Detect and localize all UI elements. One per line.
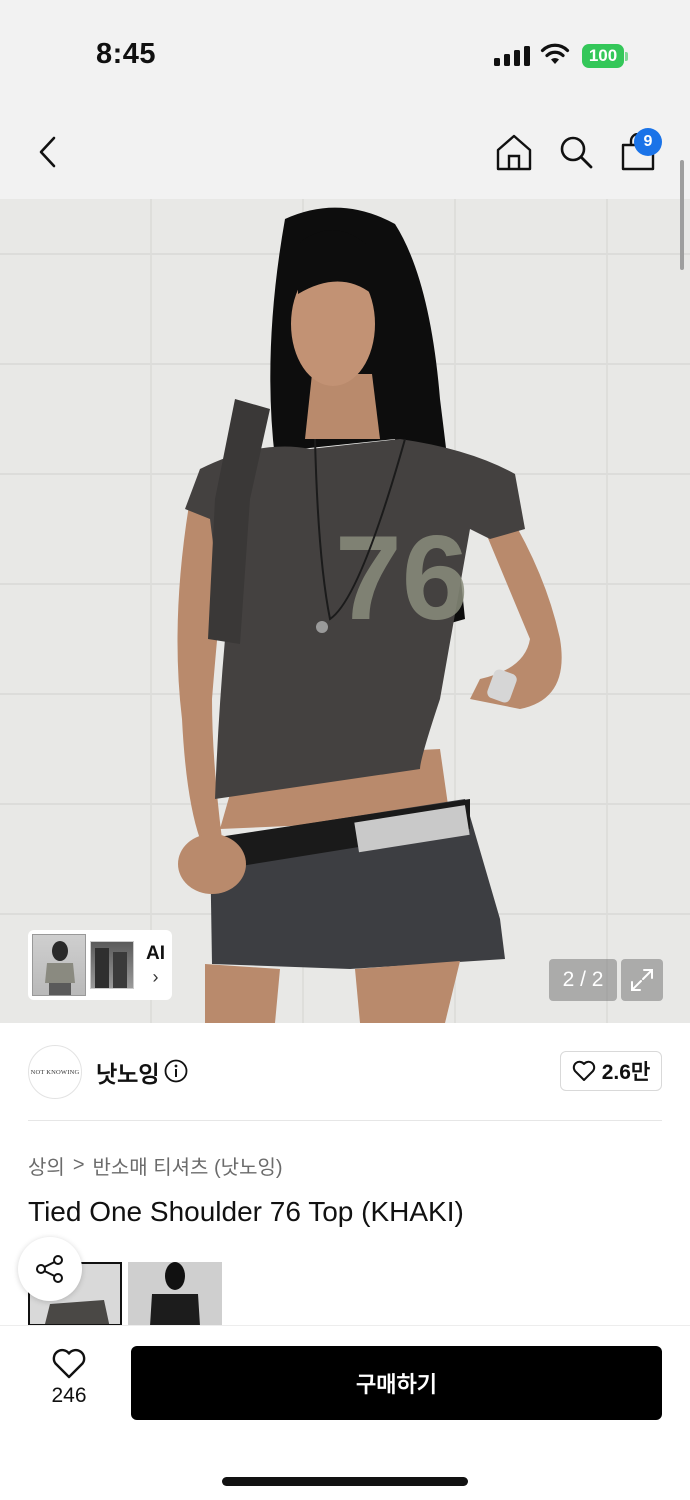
brand-logo-text: NOT KNOWING <box>30 1068 80 1076</box>
product-image[interactable]: 76 <box>0 199 690 1023</box>
home-button[interactable] <box>492 130 536 174</box>
model-photo: 76 <box>177 207 562 1023</box>
buy-button[interactable]: 구매하기 <box>131 1346 662 1420</box>
brand-like-button[interactable]: 2.6만 <box>560 1051 662 1091</box>
search-button[interactable] <box>554 130 598 174</box>
home-icon <box>496 134 532 171</box>
wishlist-count: 246 <box>51 1384 87 1407</box>
product-title: Tied One Shoulder 76 Top (KHAKI) <box>28 1196 464 1227</box>
cart-count-badge: 9 <box>634 128 662 156</box>
status-bar: 8:45 100 <box>0 0 690 110</box>
share-icon <box>36 1255 63 1283</box>
breadcrumb-category[interactable]: 상의 <box>28 1151 65 1180</box>
breadcrumb-subcategory[interactable]: 반소매 티셔츠 (낫노잉) <box>93 1151 283 1180</box>
info-icon[interactable] <box>164 1059 188 1083</box>
ai-thumbnail-2 <box>90 941 134 989</box>
shirt-print: 76 <box>335 511 468 645</box>
ai-label: AI <box>146 942 165 964</box>
breadcrumb: 상의 > 반소매 티셔츠 (낫노잉) <box>28 1151 283 1180</box>
share-button[interactable] <box>18 1237 82 1301</box>
status-time: 8:45 <box>96 38 157 70</box>
battery-icon: 100 <box>582 44 628 68</box>
chevron-left-icon <box>39 136 56 168</box>
expand-button[interactable] <box>621 959 663 1001</box>
wifi-icon <box>540 43 570 64</box>
home-indicator <box>222 1477 468 1486</box>
chevron-right-icon: › <box>152 966 159 987</box>
divider <box>28 1120 662 1121</box>
brand-name[interactable]: 낫노잉 <box>96 1055 159 1089</box>
color-option-black[interactable] <box>128 1262 222 1326</box>
top-nav <box>0 110 690 199</box>
breadcrumb-separator: > <box>72 1154 85 1176</box>
heart-icon <box>52 1348 86 1379</box>
expand-icon <box>631 969 653 991</box>
heart-icon <box>572 1060 595 1081</box>
brand-like-count: 2.6만 <box>601 1061 651 1084</box>
wishlist-button[interactable]: 246 <box>30 1348 108 1408</box>
cellular-signal-icon <box>494 46 530 66</box>
image-counter: 2 / 2 <box>549 959 617 1001</box>
back-button[interactable] <box>26 130 70 174</box>
battery-level: 100 <box>582 44 624 68</box>
brand-logo[interactable]: NOT KNOWING <box>28 1045 82 1099</box>
scrollbar[interactable] <box>680 160 684 270</box>
ai-thumbnail-1 <box>32 934 86 996</box>
ai-lookbook-card[interactable]: AI › <box>28 930 172 1000</box>
search-icon <box>560 136 593 169</box>
